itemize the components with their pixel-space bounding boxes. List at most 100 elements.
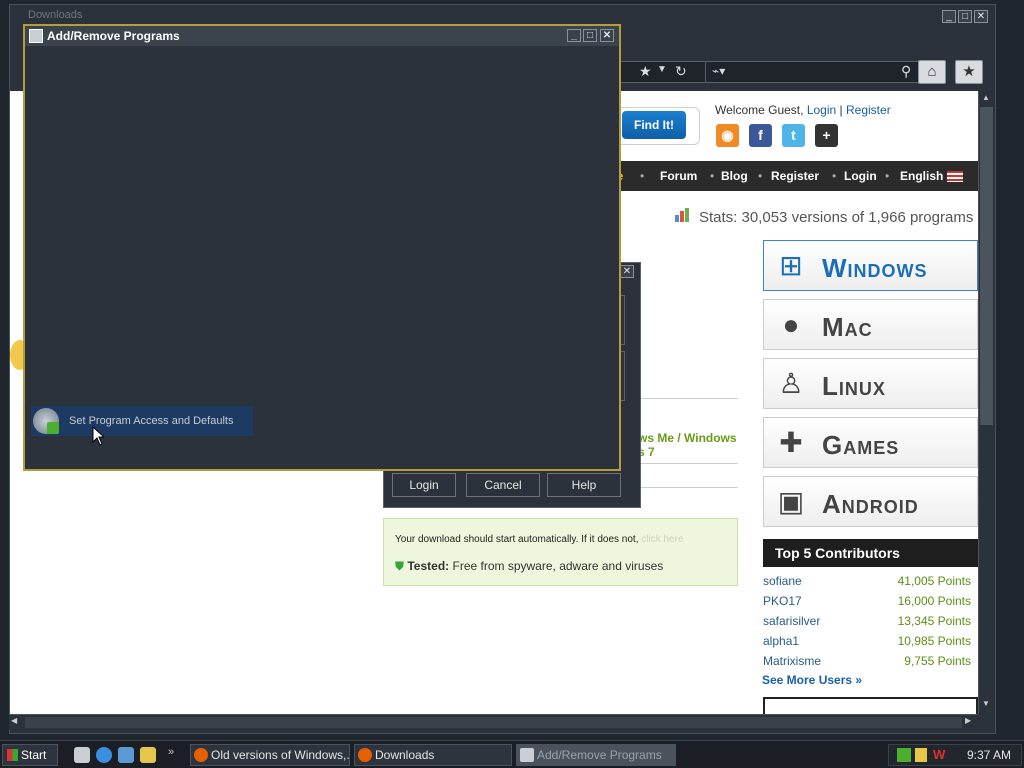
contributor-points: 41,005 Points xyxy=(897,574,971,588)
scroll-left-icon[interactable]: ◀ xyxy=(11,716,17,725)
arp-maximize-button[interactable]: □ xyxy=(583,29,597,42)
nav-separator: • xyxy=(832,169,837,183)
nav-item-blog[interactable]: Blog xyxy=(721,161,748,191)
reload-icon[interactable]: ↻ xyxy=(675,63,687,80)
show-desktop-icon[interactable] xyxy=(74,747,90,763)
login-dialog-close-button[interactable]: ✕ xyxy=(620,265,634,278)
twitter-icon[interactable]: t xyxy=(782,124,805,147)
rss-icon[interactable]: ◉ xyxy=(716,124,739,147)
nav-item-login[interactable]: Login xyxy=(844,161,877,191)
download-notice-box: Your download should start automatically… xyxy=(383,518,738,586)
start-button[interactable]: Start xyxy=(2,744,58,766)
nav-item-register[interactable]: Register xyxy=(771,161,819,191)
search-folder-icon[interactable] xyxy=(140,747,156,763)
help-button[interactable]: Help xyxy=(547,473,621,497)
antivirus-icon[interactable]: W xyxy=(933,747,945,762)
android-button[interactable]: ▣ Android xyxy=(763,476,978,527)
arp-close-button[interactable]: ✕ xyxy=(600,29,614,42)
search-bar[interactable]: ⌁▾ ⚲ xyxy=(705,61,925,83)
url-bar[interactable]: ★ ▼ ↻ xyxy=(610,61,710,83)
search-icon[interactable]: ⚲ xyxy=(901,63,911,80)
nav-item-forum[interactable]: Forum xyxy=(660,161,697,191)
site-navbar: re • Forum • Blog • Register • Login • E… xyxy=(610,161,978,191)
mouse-cursor-icon xyxy=(92,426,104,446)
tested-text: Free from spyware, adware and viruses xyxy=(452,559,664,573)
contributor-name[interactable]: PKO17 xyxy=(763,591,802,611)
scroll-up-icon[interactable]: ▲ xyxy=(982,93,990,102)
cancel-button[interactable]: Cancel xyxy=(466,473,540,497)
browser-close-button[interactable]: ✕ xyxy=(974,10,988,23)
contributor-points: 16,000 Points xyxy=(897,594,971,608)
tested-label: Tested: xyxy=(407,559,450,573)
nav-separator: • xyxy=(640,169,645,183)
login-button[interactable]: Login xyxy=(392,473,456,497)
contributor-name[interactable]: safarisilver xyxy=(763,611,820,631)
games-label: Games xyxy=(822,430,900,460)
welcome-text: Welcome Guest, xyxy=(715,103,804,117)
windows-button[interactable]: ⊞ Windows xyxy=(763,240,978,291)
mac-button[interactable]: ● Mac xyxy=(763,299,978,350)
vertical-scrollbar[interactable]: ▲ ▼ xyxy=(978,91,994,714)
task-downloads[interactable]: Downloads xyxy=(354,744,512,766)
windows-icon: ⊞ xyxy=(779,250,803,281)
vertical-scroll-thumb[interactable] xyxy=(980,107,993,425)
contributor-name[interactable]: Matrixisme xyxy=(763,651,821,671)
scroll-right-icon[interactable]: ▶ xyxy=(965,716,971,725)
gamepad-icon: ✚ xyxy=(779,427,803,458)
download-notice-text: Your download should start automatically… xyxy=(395,534,639,545)
google-plus-icon[interactable]: + xyxy=(815,124,838,147)
network-icon[interactable] xyxy=(897,748,911,762)
contributor-row: sofiane 41,005 Points xyxy=(763,571,971,591)
facebook-icon[interactable]: f xyxy=(749,124,772,147)
contributor-points: 13,345 Points xyxy=(897,614,971,628)
horizontal-scrollbar[interactable]: ◀ ▶ xyxy=(9,714,978,730)
search-engine-icon[interactable]: ⌁▾ xyxy=(712,64,725,78)
task-old-versions[interactable]: Old versions of Windows,... xyxy=(190,744,350,766)
start-label: Start xyxy=(21,748,47,762)
click-here-link[interactable]: click here xyxy=(641,534,683,545)
add-remove-programs-icon xyxy=(29,29,43,43)
horizontal-scroll-thumb[interactable] xyxy=(25,717,962,728)
nav-item-english[interactable]: English xyxy=(900,161,943,191)
arp-minimize-button[interactable]: _ xyxy=(567,29,581,42)
clock[interactable]: 9:37 AM xyxy=(967,748,1011,762)
set-program-access-button[interactable]: Set Program Access and Defaults xyxy=(31,406,253,436)
us-flag-icon xyxy=(947,171,963,182)
tray-app-icon[interactable] xyxy=(915,748,927,762)
add-remove-programs-window: Add/Remove Programs _ □ ✕ Set Program Ac… xyxy=(23,24,621,471)
dialog-field-edge xyxy=(621,351,625,401)
scroll-down-icon[interactable]: ▼ xyxy=(982,699,990,708)
bookmarks-button[interactable]: ★ xyxy=(955,60,983,84)
see-more-users-link[interactable]: See More Users » xyxy=(762,673,862,687)
task-label: Downloads xyxy=(375,748,435,762)
login-link[interactable]: Login xyxy=(807,103,836,117)
task-add-remove-programs[interactable]: Add/Remove Programs xyxy=(516,744,676,766)
games-button[interactable]: ✚ Games xyxy=(763,417,978,468)
linux-button[interactable]: ♙ Linux xyxy=(763,358,978,409)
welcome-line: Welcome Guest, Login | Register xyxy=(715,103,891,117)
internet-explorer-icon[interactable] xyxy=(96,747,112,763)
email-icon[interactable] xyxy=(118,747,134,763)
browser-minimize-button[interactable]: _ xyxy=(942,10,956,23)
firefox-icon xyxy=(358,748,372,762)
desktop: Downloads _ □ ✕ ★ ▼ ↻ ⌁▾ ⚲ ⌂ ★ Find It! … xyxy=(0,0,1024,740)
task-label: Old versions of Windows,... xyxy=(211,748,350,762)
home-button[interactable]: ⌂ xyxy=(918,60,946,84)
next-box-edge xyxy=(763,697,978,714)
system-tray: W 9:37 AM xyxy=(888,744,1022,766)
find-it-button[interactable]: Find It! xyxy=(622,111,686,139)
browser-maximize-button[interactable]: □ xyxy=(958,10,972,23)
quicklaunch-more-icon[interactable]: » xyxy=(168,746,174,758)
nav-separator: • xyxy=(710,169,715,183)
contributor-name[interactable]: sofiane xyxy=(763,571,802,591)
top-contributors-heading: Top 5 Contributors xyxy=(763,539,978,567)
mac-label: Mac xyxy=(822,312,873,342)
star-icon[interactable]: ★ xyxy=(639,63,652,80)
task-label: Add/Remove Programs xyxy=(537,748,662,762)
windows-link-line1[interactable]: ws Me / Windows xyxy=(638,431,737,445)
dropdown-icon[interactable]: ▼ xyxy=(657,64,667,75)
download-notice: Your download should start automatically… xyxy=(395,534,684,545)
contributor-name[interactable]: alpha1 xyxy=(763,631,799,651)
register-link[interactable]: Register xyxy=(846,103,891,117)
add-remove-programs-icon xyxy=(520,748,534,762)
